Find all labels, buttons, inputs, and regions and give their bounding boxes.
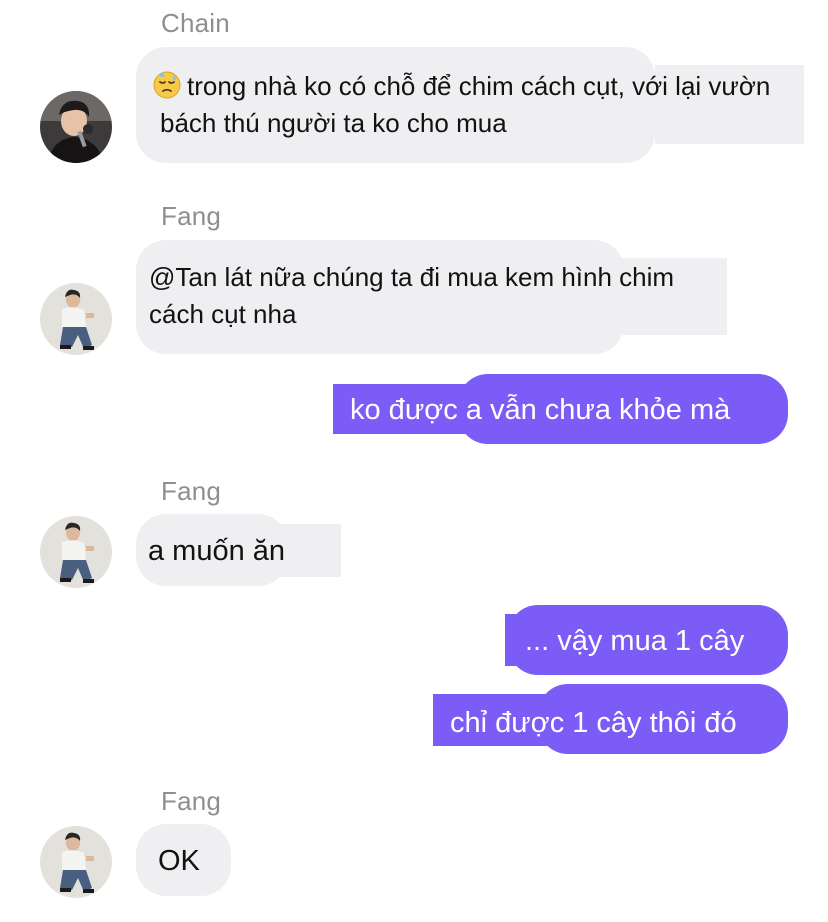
sender-name-fang: Fang <box>161 201 222 231</box>
avatar-fang[interactable] <box>40 283 112 355</box>
sender-name-fang: Fang <box>161 786 222 816</box>
message-text: OK <box>158 845 200 877</box>
avatar-fang[interactable] <box>40 826 112 898</box>
fang-avatar-image <box>40 283 112 355</box>
message-text: ... vậy mua 1 cây <box>525 625 745 657</box>
chain-avatar-image <box>40 91 112 163</box>
fang-avatar-image <box>40 516 112 588</box>
downcast-face-with-sweat-icon <box>153 71 181 99</box>
message-text: a muốn ăn <box>148 535 286 567</box>
message-line: @Tan lát nữa chúng ta đi mua kem hình ch… <box>149 262 675 292</box>
avatar-chain[interactable] <box>40 91 112 163</box>
message-line: bách thú người ta ko cho mua <box>160 108 507 138</box>
fang-avatar-image <box>40 826 112 898</box>
message-text: ko được a vẫn chưa khỏe mà <box>350 394 731 426</box>
sender-name-fang: Fang <box>161 476 222 506</box>
message-text: chỉ được 1 cây thôi đó <box>450 707 737 739</box>
message-line: trong nhà ko có chỗ để chim cách cụt, vớ… <box>153 68 770 105</box>
message-line: cách cụt nha <box>149 299 297 329</box>
avatar-fang[interactable] <box>40 516 112 588</box>
sender-name-chain: Chain <box>161 8 230 38</box>
